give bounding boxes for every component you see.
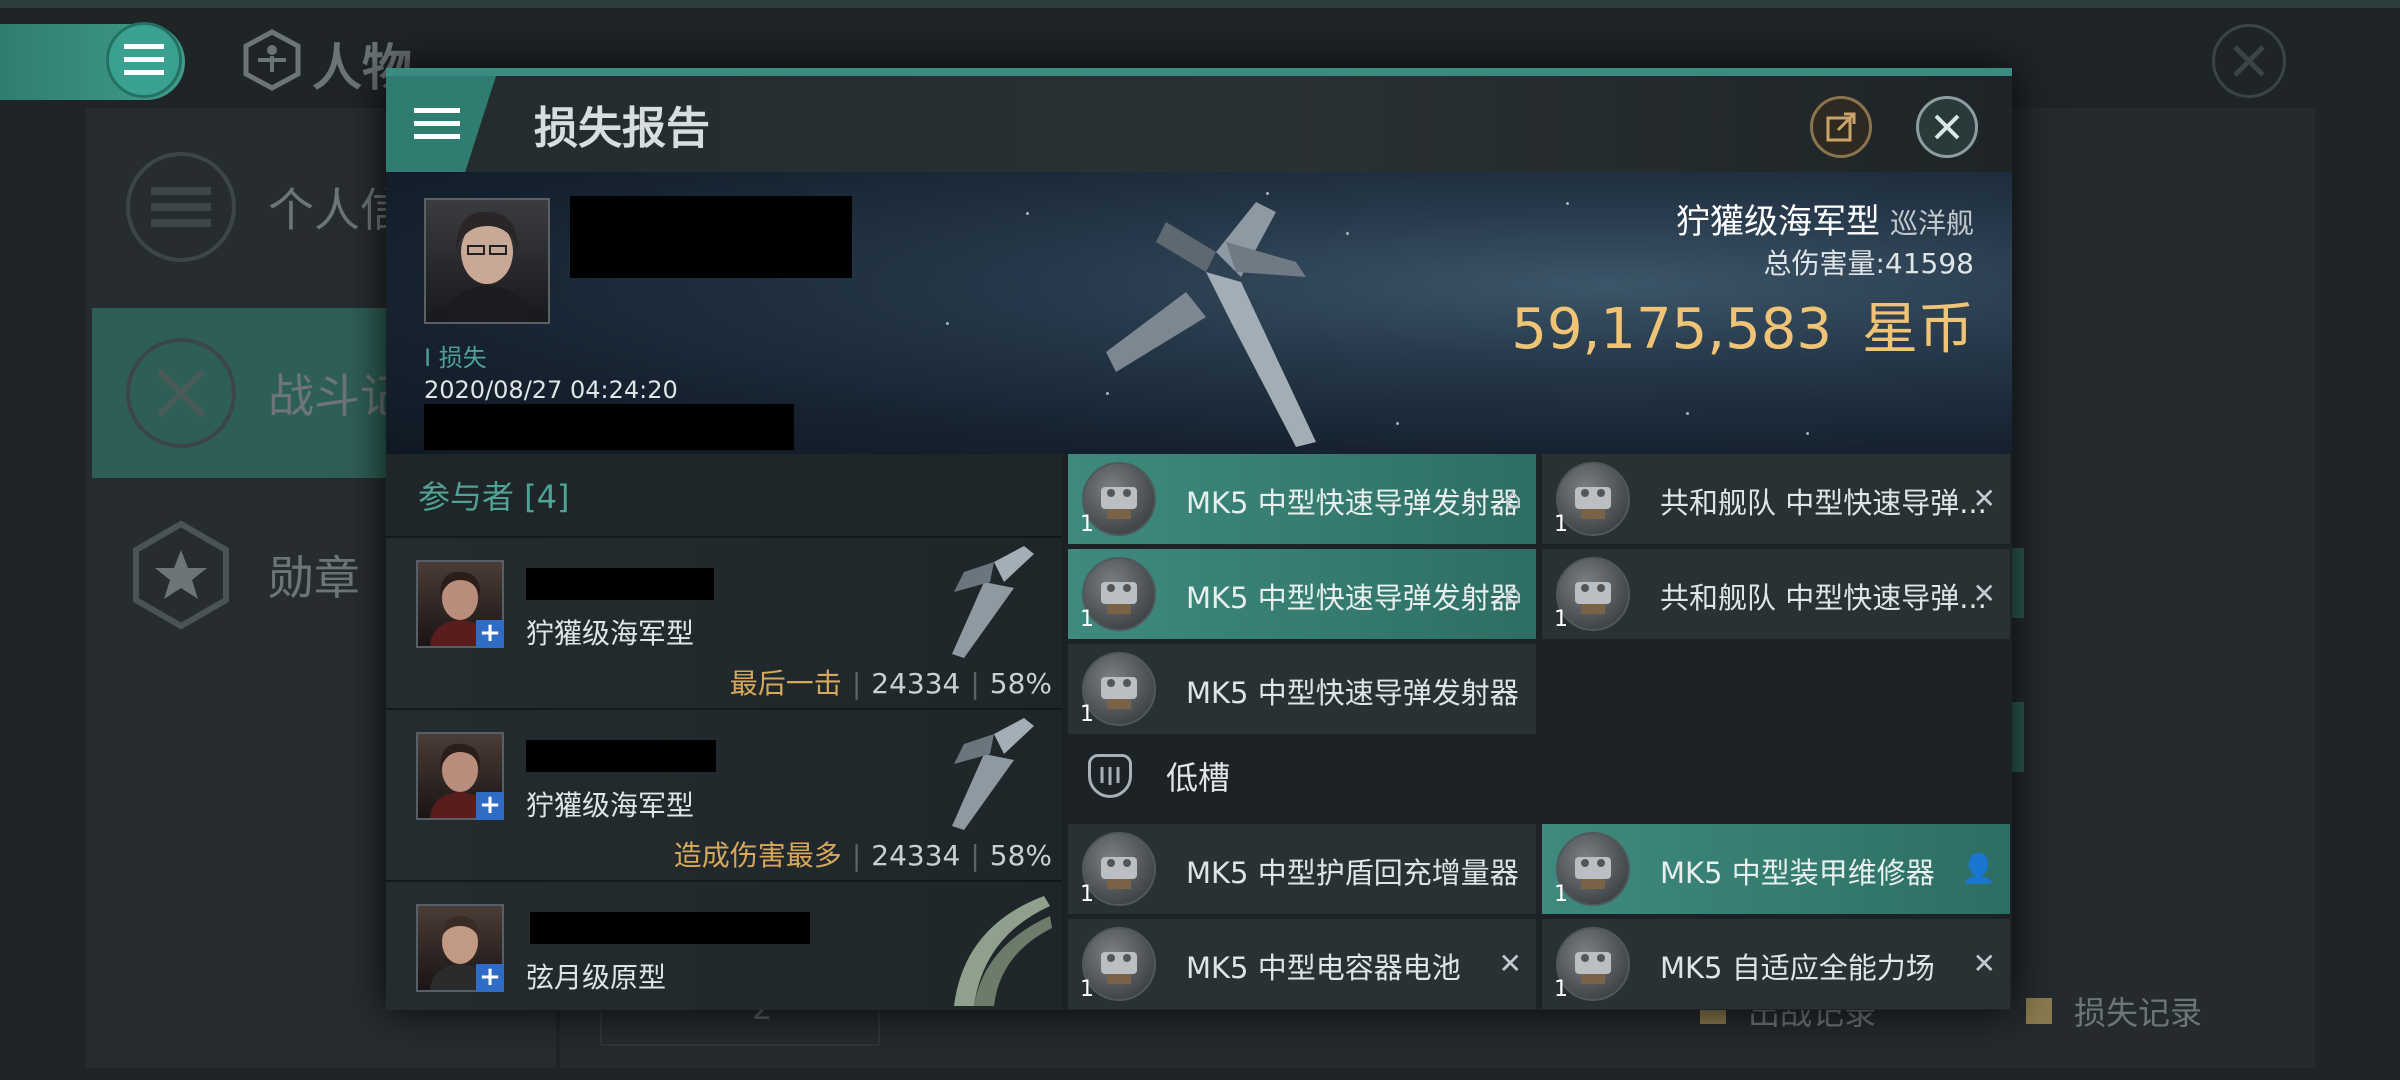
loss-tag: I 损失 [424, 344, 487, 372]
victim-ship-image [1106, 202, 1316, 447]
dropped-mark-icon: ⌂ [1504, 577, 1522, 610]
participant-ship-image [954, 896, 1052, 1006]
module-quantity: 1 [1080, 512, 1094, 537]
module-quantity: 1 [1554, 882, 1568, 907]
module-slot[interactable]: 1 MK5 中型护盾回充增量器 [1068, 824, 1536, 914]
module-label: MK5 中型快速导弹发射器 [1186, 676, 1519, 710]
menu-icon[interactable] [106, 22, 182, 98]
module-slot[interactable]: 1 MK5 自适应全能力场 ✕ [1542, 919, 2010, 1009]
low-slot-header: 低槽 [1068, 734, 2012, 818]
filter-label: 损失记录 [2074, 994, 2203, 1032]
damage-value: 24334 [871, 839, 961, 872]
damage-percent: 58% [989, 839, 1052, 872]
final-blow-tag: 最后一击 [729, 667, 842, 700]
dialog-title: 损失报告 [534, 103, 710, 154]
module-quantity: 1 [1080, 977, 1094, 1002]
participant-ship-image [952, 546, 1034, 658]
dropped-mark-icon: ⌂ [1504, 482, 1522, 515]
add-contact-icon[interactable]: + [476, 792, 504, 820]
redacted-name [530, 912, 810, 944]
redacted-name [570, 196, 852, 278]
ship-class: 巡洋舰 [1889, 207, 1974, 240]
module-label: MK5 中型快速导弹发射器 [1186, 581, 1519, 615]
list-marker [2010, 548, 2024, 618]
module-slot[interactable]: 1 MK5 中型快速导弹发射器 ⌂ [1068, 454, 1536, 544]
isk-unit: 星币 [1862, 297, 1974, 362]
participant-avatar[interactable]: + [416, 904, 504, 992]
module-label: MK5 中型快速导弹发射器 [1186, 486, 1519, 520]
module-slot[interactable]: 1 MK5 中型电容器电池 ✕ [1068, 919, 1536, 1009]
close-icon[interactable] [2212, 24, 2286, 98]
top-accent-line [0, 0, 2400, 8]
dialog-header: 损失报告 [386, 76, 2012, 172]
add-contact-icon[interactable]: + [476, 964, 504, 992]
star-badge-icon [126, 520, 236, 630]
module-slot[interactable]: 1 MK5 中型装甲维修器 👤 [1542, 824, 2010, 914]
redacted-corp [424, 404, 794, 450]
destroyed-mark-icon: ✕ [1972, 947, 1996, 980]
isk-value: 59,175,583 星币 [1511, 297, 1974, 362]
share-icon[interactable] [1810, 96, 1872, 158]
damage-value: 24334 [871, 667, 961, 700]
participant-row[interactable]: + 狞獾级海军型 最后一击 | 24334 | 58% [386, 536, 1062, 708]
participant-ship-image [952, 718, 1034, 830]
destroyed-mark-icon: ✕ [1972, 577, 1996, 610]
crossed-swords-icon [126, 338, 236, 448]
person-icon: 👤 [1961, 852, 1996, 885]
module-quantity: 1 [1080, 702, 1094, 727]
module-slot[interactable]: 1 MK5 中型快速导弹发射器 [1068, 644, 1536, 734]
destroyed-mark-icon: ✕ [1498, 947, 1522, 980]
module-label: MK5 中型装甲维修器 [1660, 856, 1935, 890]
victim-avatar[interactable] [424, 198, 550, 324]
participant-ship: 狞獾级海军型 [526, 617, 695, 650]
top-damage-tag: 造成伤害最多 [673, 839, 842, 872]
participant-row[interactable]: + 狞獾级海军型 造成伤害最多 | 24334 | 58% [386, 708, 1062, 880]
nav-label: 勋章 [268, 551, 360, 605]
module-slot[interactable]: 1 MK5 中型快速导弹发射器 ⌂ [1068, 549, 1536, 639]
module-quantity: 1 [1080, 607, 1094, 632]
module-quantity: 1 [1554, 512, 1568, 537]
checkbox[interactable] [2026, 998, 2052, 1024]
losses-filter[interactable]: 损失记录 [2026, 988, 2202, 1034]
victim-ship-name: 狞獾级海军型 巡洋舰 [1675, 202, 1974, 242]
participant-avatar[interactable]: + [416, 732, 504, 820]
module-label: 共和舰队 中型快速导弹... [1660, 581, 1987, 615]
vitruvian-icon [240, 28, 304, 92]
module-quantity: 1 [1080, 882, 1094, 907]
loss-report-dialog: 损失报告 I 损失 2020/08/27 04:24:20 狞獾级海军型 巡洋舰… [386, 68, 2012, 1010]
damage-percent: 58% [989, 667, 1052, 700]
fitting-modules: 1 MK5 中型快速导弹发射器 ⌂ 1 共和舰队 中型快速导弹... ✕ 1 MK5 中型… [1068, 454, 2012, 1010]
menu-icon[interactable] [386, 76, 496, 172]
victim-banner: I 损失 2020/08/27 04:24:20 狞獾级海军型 巡洋舰 总伤害量:… [386, 172, 2012, 454]
participant-stats: 造成伤害最多 | 24334 | 58% [673, 839, 1052, 872]
participant-stats: 最后一击 | 24334 | 58% [729, 667, 1052, 700]
module-label: MK5 自适应全能力场 [1660, 951, 1935, 985]
destroyed-mark-icon: ✕ [1972, 482, 1996, 515]
module-slot[interactable]: 1 共和舰队 中型快速导弹... ✕ [1542, 549, 2010, 639]
loss-timestamp: 2020/08/27 04:24:20 [424, 376, 678, 404]
redacted-name [526, 740, 716, 772]
module-label: 共和舰队 中型快速导弹... [1660, 486, 1987, 520]
dialog-accent-line [386, 68, 2012, 76]
participants-list[interactable]: 参与者 [4] + 狞獾级海军型 最后一击 | 24334 | 58% + 狞獾级海军型… [386, 454, 1062, 1010]
module-slot[interactable]: 1 共和舰队 中型快速导弹... ✕ [1542, 454, 2010, 544]
participant-row[interactable]: + 弦月级原型 [386, 880, 1062, 1010]
participant-ship: 狞獾级海军型 [526, 789, 695, 822]
add-contact-icon[interactable]: + [476, 620, 504, 648]
list-icon [126, 152, 236, 262]
lowslot-icon [1088, 754, 1132, 798]
list-marker [2010, 702, 2024, 772]
close-icon[interactable] [1916, 96, 1978, 158]
participant-avatar[interactable]: + [416, 560, 504, 648]
redacted-name [526, 568, 714, 600]
module-label: MK5 中型护盾回充增量器 [1186, 856, 1519, 890]
participants-header: 参与者 [4] [418, 478, 570, 516]
total-damage: 总伤害量:41598 [1763, 247, 1974, 280]
participant-ship: 弦月级原型 [526, 961, 667, 994]
module-quantity: 1 [1554, 977, 1568, 1002]
low-slot-label: 低槽 [1166, 759, 1231, 797]
module-quantity: 1 [1554, 607, 1568, 632]
module-label: MK5 中型电容器电池 [1186, 951, 1461, 985]
